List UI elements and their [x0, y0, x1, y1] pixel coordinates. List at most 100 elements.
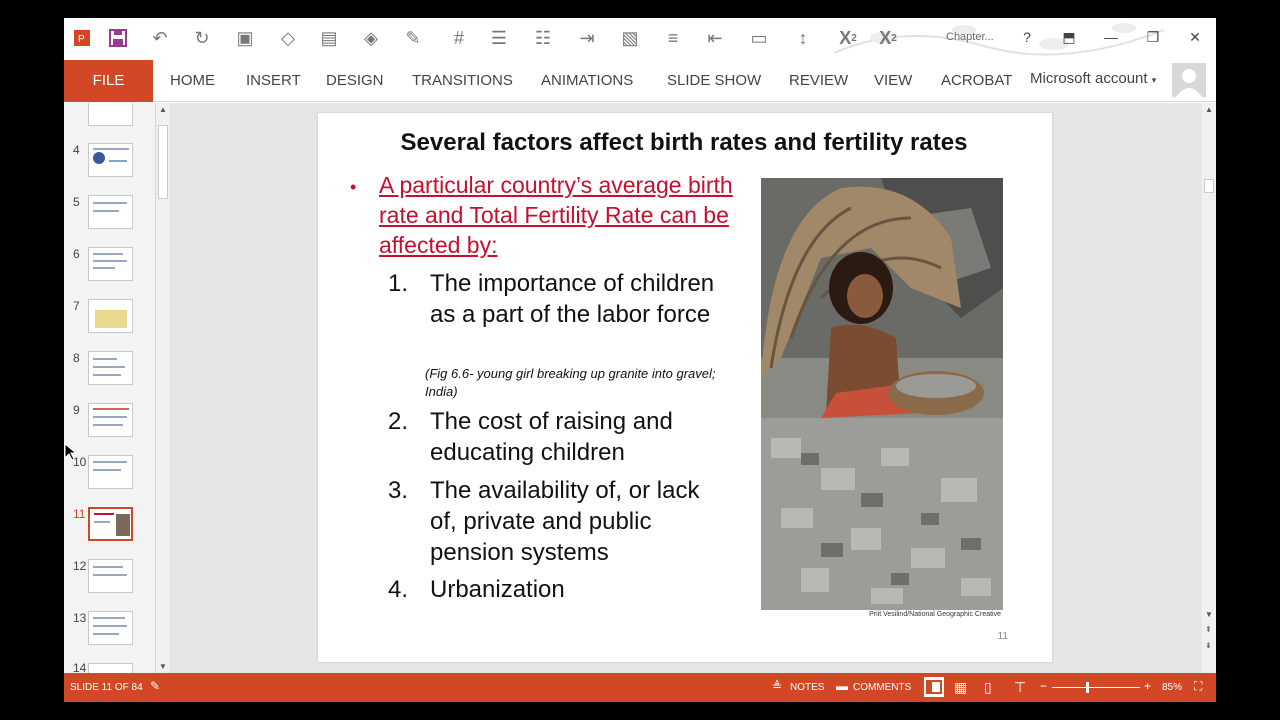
slide-thumbnail-10[interactable] — [88, 455, 133, 489]
close-button[interactable]: ✕ — [1182, 26, 1208, 48]
list-item[interactable]: 2. The cost of raising and educating chi… — [388, 406, 730, 468]
tab-review[interactable]: REVIEW — [789, 60, 848, 102]
bullets-icon[interactable]: ☷ — [528, 24, 558, 52]
comments-button[interactable]: COMMENTS — [853, 682, 911, 693]
tab-design[interactable]: DESIGN — [326, 60, 384, 102]
tab-slide-show[interactable]: SLIDE SHOW — [667, 60, 761, 102]
slide-title[interactable]: Several factors affect birth rates and f… — [318, 129, 1018, 157]
slide-thumbnail-14[interactable] — [88, 663, 133, 673]
list-number: 2. — [388, 408, 409, 435]
notes-button[interactable]: NOTES — [790, 682, 824, 693]
list-text: Urbanization — [430, 576, 565, 603]
outline-pen-icon[interactable]: ✎ — [398, 24, 428, 52]
photo-credit: Priit Vesilind/National Geographic Creat… — [869, 611, 1001, 618]
list-item[interactable]: 1. The importance of children as a part … — [388, 268, 730, 330]
slide-thumbnail-6[interactable] — [88, 247, 133, 281]
zoom-slider[interactable] — [1052, 682, 1140, 693]
list-number: 3. — [388, 477, 409, 504]
slide-sorter-icon[interactable]: ▦ — [954, 679, 972, 695]
fit-slide-icon[interactable]: ⛶ — [1194, 679, 1212, 695]
thumbnail-number: 5 — [73, 195, 80, 209]
figure-caption[interactable]: (Fig 6.6- young girl breaking up granite… — [425, 365, 725, 401]
account-menu[interactable]: Microsoft account ▾ — [1030, 70, 1156, 87]
slideshow-view-icon[interactable]: ⊤ — [1014, 679, 1032, 695]
bullet-text[interactable]: A particular country’s average birth rat… — [379, 170, 749, 260]
slide-thumbnail-7[interactable] — [88, 299, 133, 333]
scroll-thumb[interactable] — [158, 125, 168, 199]
textbox-icon[interactable]: ▤ — [316, 24, 342, 52]
shapes-icon[interactable]: ◇ — [270, 24, 306, 52]
slide-thumbnail-11[interactable] — [88, 507, 133, 541]
slide-photo[interactable] — [761, 178, 1003, 610]
zoom-slider-handle[interactable] — [1086, 682, 1089, 693]
list-text: The cost of raising and educating childr… — [430, 408, 673, 466]
fill-color-icon[interactable]: ◈ — [356, 24, 386, 52]
mouse-cursor-icon — [64, 443, 76, 461]
zoom-level[interactable]: 85% — [1162, 682, 1182, 693]
slide-thumbnail-12[interactable] — [88, 559, 133, 593]
thumbnail-number: 12 — [73, 559, 87, 573]
save-icon[interactable] — [104, 24, 132, 52]
avatar[interactable] — [1172, 63, 1206, 97]
scroll-up-icon[interactable]: ▲ — [159, 105, 167, 114]
slide-canvas: Several factors affect birth rates and f… — [170, 103, 1202, 673]
thumbnail-scrollbar[interactable]: ▲ ▼ — [156, 103, 170, 673]
slide-thumbnail-3[interactable] — [88, 103, 133, 126]
indent-icon[interactable]: ⇥ — [574, 24, 600, 52]
slide-thumbnail-pane: 4 5 6 7 8 9 10 11 12 13 14 — [64, 103, 156, 675]
tab-view[interactable]: VIEW — [874, 60, 912, 102]
slide-thumbnail-13[interactable] — [88, 611, 133, 645]
align-icon[interactable]: ≡ — [658, 24, 688, 52]
slide[interactable]: Several factors affect birth rates and f… — [318, 113, 1052, 662]
next-slide-icon[interactable]: ⇟ — [1205, 641, 1212, 650]
svg-text:P: P — [78, 34, 85, 45]
undo-icon[interactable]: ↶ — [146, 24, 174, 52]
tab-acrobat[interactable]: ACROBAT — [941, 60, 1012, 102]
slide-thumbnail-8[interactable] — [88, 351, 133, 385]
tab-transitions[interactable]: TRANSITIONS — [412, 60, 513, 102]
picture-icon[interactable]: ▧ — [616, 24, 644, 52]
numbering-icon[interactable]: ☰ — [484, 24, 514, 52]
slide-thumbnail-4[interactable] — [88, 143, 133, 177]
tab-insert[interactable]: INSERT — [246, 60, 301, 102]
list-item[interactable]: 3. The availability of, or lack of, priv… — [388, 475, 730, 568]
ribbon-display-icon[interactable]: ⬒ — [1056, 26, 1082, 48]
thumbnail-number: 7 — [73, 299, 80, 313]
tab-home[interactable]: HOME — [170, 60, 215, 102]
layout-icon[interactable]: ▭ — [742, 24, 776, 52]
superscript-icon[interactable]: X2 — [874, 24, 902, 52]
tab-animations[interactable]: ANIMATIONS — [541, 60, 633, 102]
thumbnail-number: 13 — [73, 611, 87, 625]
scroll-down-icon[interactable]: ▼ — [1205, 610, 1213, 619]
scroll-down-icon[interactable]: ▼ — [159, 662, 167, 671]
list-number: 1. — [388, 270, 409, 297]
restore-button[interactable]: ❐ — [1140, 26, 1166, 48]
reading-view-icon[interactable]: ▯ — [984, 679, 1002, 695]
help-button[interactable]: ? — [1014, 26, 1040, 48]
list-text: The availability of, or lack of, private… — [430, 477, 700, 566]
slide-thumbnail-9[interactable] — [88, 403, 133, 437]
bullet-marker: • — [350, 177, 357, 197]
notes-icon[interactable]: ≜ — [772, 679, 790, 695]
slide-number-icon[interactable]: # — [446, 24, 472, 52]
subscript-icon[interactable]: X2 — [834, 24, 862, 52]
redo-icon[interactable]: ↻ — [188, 24, 216, 52]
zoom-in-icon[interactable]: + — [1144, 679, 1162, 695]
thumbnail-number: 4 — [73, 143, 80, 157]
decrease-indent-icon[interactable]: ⇤ — [702, 24, 728, 52]
list-item[interactable]: 4. Urbanization — [388, 574, 730, 605]
previous-slide-icon[interactable]: ⇞ — [1205, 625, 1212, 634]
slide-scrollbar[interactable]: ▲ ▼ ⇞ ⇟ — [1202, 103, 1216, 673]
tab-file[interactable]: FILE — [64, 60, 153, 102]
slide-thumbnail-5[interactable] — [88, 195, 133, 229]
scroll-up-icon[interactable]: ▲ — [1205, 105, 1213, 114]
comments-icon[interactable]: ▬ — [836, 679, 854, 695]
normal-view-icon[interactable] — [924, 677, 944, 697]
thumbnail-number: 9 — [73, 403, 80, 417]
title-bar: P ↶ ↻ ▣ ◇ ▤ ◈ ✎ # ☰ ☷ ⇥ ▧ ≡ ⇤ ▭ ↕ X2 X2 … — [64, 18, 1216, 60]
line-spacing-icon[interactable]: ↕ — [788, 24, 818, 52]
spell-check-icon[interactable]: ✎ — [150, 679, 168, 695]
minimize-button[interactable]: — — [1098, 26, 1124, 48]
start-slideshow-icon[interactable]: ▣ — [230, 24, 260, 52]
scroll-thumb[interactable] — [1204, 179, 1214, 193]
